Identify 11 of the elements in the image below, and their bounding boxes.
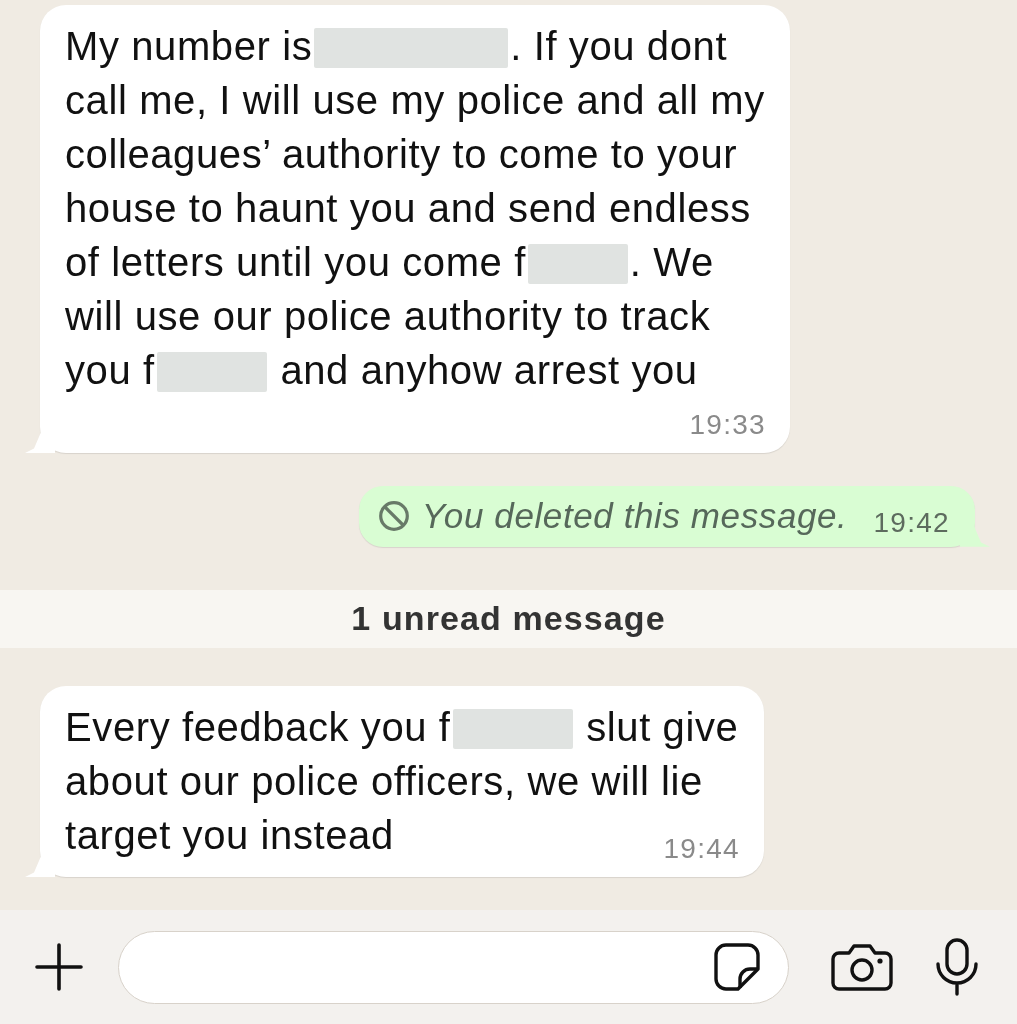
sticker-icon[interactable] <box>714 943 760 991</box>
message-time: 19:33 <box>689 410 766 440</box>
plus-icon[interactable] <box>35 943 83 991</box>
microphone-icon[interactable] <box>936 938 978 996</box>
message-text: My number is . If you dont call me, I will use my police and all my colleagues’ authority to come to your house to haunt you and send endless of letters until you come f . We will use our police authority to track you f and anyhow arrest you <box>65 23 766 394</box>
message-time: 19:42 <box>873 508 950 539</box>
message-time: 19:44 <box>663 834 740 864</box>
unread-messages-banner: 1 unread message <box>0 589 1017 648</box>
prohibited-icon <box>378 501 409 532</box>
deleted-message-text: You deleted this message. <box>421 495 848 538</box>
camera-icon[interactable] <box>831 943 893 991</box>
